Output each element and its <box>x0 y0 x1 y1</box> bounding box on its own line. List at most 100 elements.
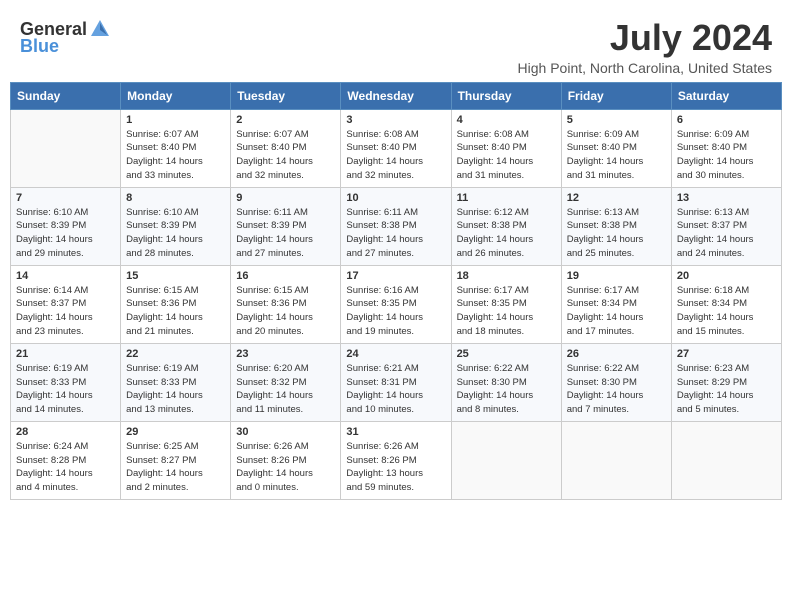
day-info: Sunrise: 6:26 AM Sunset: 8:26 PM Dayligh… <box>236 440 335 495</box>
calendar-table: SundayMondayTuesdayWednesdayThursdayFrid… <box>10 82 782 500</box>
day-info: Sunrise: 6:08 AM Sunset: 8:40 PM Dayligh… <box>457 128 556 183</box>
calendar-header-day: Thursday <box>451 82 561 109</box>
day-info: Sunrise: 6:21 AM Sunset: 8:31 PM Dayligh… <box>346 362 445 417</box>
calendar-day-cell: 16Sunrise: 6:15 AM Sunset: 8:36 PM Dayli… <box>231 265 341 343</box>
day-number: 9 <box>236 192 335 204</box>
calendar-week-row: 1 Sunrise: 6:07 AM Sunset: 8:40 PM Daylig… <box>11 109 782 187</box>
day-number: 26 <box>567 348 666 360</box>
calendar-week-row: 14Sunrise: 6:14 AM Sunset: 8:37 PM Dayli… <box>11 265 782 343</box>
calendar-day-cell: 11 Sunrise: 6:12 AM Sunset: 8:38 PM Dayli… <box>451 187 561 265</box>
calendar-day-cell: 25 Sunrise: 6:22 AM Sunset: 8:30 PM Dayli… <box>451 343 561 421</box>
day-info: Sunrise: 6:13 AM Sunset: 8:38 PM Dayligh… <box>567 206 666 261</box>
calendar-day-cell: 21 Sunrise: 6:19 AM Sunset: 8:33 PM Dayli… <box>11 343 121 421</box>
day-number: 30 <box>236 426 335 438</box>
calendar-day-cell: 18 Sunrise: 6:17 AM Sunset: 8:35 PM Dayli… <box>451 265 561 343</box>
page-subtitle: High Point, North Carolina, United State… <box>518 60 772 76</box>
calendar-week-row: 28Sunrise: 6:24 AM Sunset: 8:28 PM Dayli… <box>11 421 782 499</box>
day-info: Sunrise: 6:23 AM Sunset: 8:29 PM Dayligh… <box>677 362 776 417</box>
day-number: 15 <box>126 270 225 282</box>
day-info: Sunrise: 6:10 AM Sunset: 8:39 PM Dayligh… <box>16 206 115 261</box>
day-info: Sunrise: 6:14 AM Sunset: 8:37 PM Dayligh… <box>16 284 115 339</box>
day-number: 12 <box>567 192 666 204</box>
calendar-day-cell <box>451 421 561 499</box>
header: General Blue July 2024 High Point, North… <box>10 10 782 82</box>
calendar-day-cell: 4 Sunrise: 6:08 AM Sunset: 8:40 PM Daylig… <box>451 109 561 187</box>
day-info: Sunrise: 6:13 AM Sunset: 8:37 PM Dayligh… <box>677 206 776 261</box>
day-number: 28 <box>16 426 115 438</box>
calendar-day-cell: 28Sunrise: 6:24 AM Sunset: 8:28 PM Dayli… <box>11 421 121 499</box>
day-number: 4 <box>457 114 556 126</box>
day-info: Sunrise: 6:08 AM Sunset: 8:40 PM Dayligh… <box>346 128 445 183</box>
day-number: 21 <box>16 348 115 360</box>
day-info: Sunrise: 6:22 AM Sunset: 8:30 PM Dayligh… <box>457 362 556 417</box>
calendar-day-cell: 3 Sunrise: 6:08 AM Sunset: 8:40 PM Daylig… <box>341 109 451 187</box>
day-number: 25 <box>457 348 556 360</box>
calendar-day-cell: 29 Sunrise: 6:25 AM Sunset: 8:27 PM Dayli… <box>121 421 231 499</box>
calendar-header-day: Sunday <box>11 82 121 109</box>
day-number: 10 <box>346 192 445 204</box>
calendar-day-cell: 22 Sunrise: 6:19 AM Sunset: 8:33 PM Dayli… <box>121 343 231 421</box>
day-number: 11 <box>457 192 556 204</box>
calendar-day-cell: 14Sunrise: 6:14 AM Sunset: 8:37 PM Dayli… <box>11 265 121 343</box>
day-number: 17 <box>346 270 445 282</box>
calendar-day-cell: 26 Sunrise: 6:22 AM Sunset: 8:30 PM Dayli… <box>561 343 671 421</box>
day-info: Sunrise: 6:07 AM Sunset: 8:40 PM Dayligh… <box>126 128 225 183</box>
calendar-day-cell: 8Sunrise: 6:10 AM Sunset: 8:39 PM Daylig… <box>121 187 231 265</box>
day-number: 27 <box>677 348 776 360</box>
calendar-day-cell: 31Sunrise: 6:26 AM Sunset: 8:26 PM Dayli… <box>341 421 451 499</box>
calendar-day-cell: 15 Sunrise: 6:15 AM Sunset: 8:36 PM Dayli… <box>121 265 231 343</box>
calendar-header-row: SundayMondayTuesdayWednesdayThursdayFrid… <box>11 82 782 109</box>
day-info: Sunrise: 6:25 AM Sunset: 8:27 PM Dayligh… <box>126 440 225 495</box>
calendar-week-row: 21 Sunrise: 6:19 AM Sunset: 8:33 PM Dayli… <box>11 343 782 421</box>
calendar-week-row: 7 Sunrise: 6:10 AM Sunset: 8:39 PM Daylig… <box>11 187 782 265</box>
calendar-day-cell: 13 Sunrise: 6:13 AM Sunset: 8:37 PM Dayli… <box>671 187 781 265</box>
day-number: 13 <box>677 192 776 204</box>
day-info: Sunrise: 6:26 AM Sunset: 8:26 PM Dayligh… <box>346 440 445 495</box>
day-number: 22 <box>126 348 225 360</box>
calendar-day-cell: 5 Sunrise: 6:09 AM Sunset: 8:40 PM Daylig… <box>561 109 671 187</box>
day-info: Sunrise: 6:22 AM Sunset: 8:30 PM Dayligh… <box>567 362 666 417</box>
day-info: Sunrise: 6:11 AM Sunset: 8:39 PM Dayligh… <box>236 206 335 261</box>
day-number: 23 <box>236 348 335 360</box>
calendar-day-cell <box>671 421 781 499</box>
day-info: Sunrise: 6:12 AM Sunset: 8:38 PM Dayligh… <box>457 206 556 261</box>
day-number: 18 <box>457 270 556 282</box>
day-number: 1 <box>126 114 225 126</box>
calendar-header-day: Saturday <box>671 82 781 109</box>
calendar-day-cell: 17Sunrise: 6:16 AM Sunset: 8:35 PM Dayli… <box>341 265 451 343</box>
day-info: Sunrise: 6:09 AM Sunset: 8:40 PM Dayligh… <box>567 128 666 183</box>
calendar-day-cell: 19Sunrise: 6:17 AM Sunset: 8:34 PM Dayli… <box>561 265 671 343</box>
day-number: 16 <box>236 270 335 282</box>
calendar-day-cell: 24 Sunrise: 6:21 AM Sunset: 8:31 PM Dayli… <box>341 343 451 421</box>
calendar-day-cell: 7 Sunrise: 6:10 AM Sunset: 8:39 PM Daylig… <box>11 187 121 265</box>
calendar-day-cell: 1 Sunrise: 6:07 AM Sunset: 8:40 PM Daylig… <box>121 109 231 187</box>
day-number: 7 <box>16 192 115 204</box>
day-number: 24 <box>346 348 445 360</box>
calendar-day-cell: 20Sunrise: 6:18 AM Sunset: 8:34 PM Dayli… <box>671 265 781 343</box>
day-info: Sunrise: 6:11 AM Sunset: 8:38 PM Dayligh… <box>346 206 445 261</box>
day-info: Sunrise: 6:15 AM Sunset: 8:36 PM Dayligh… <box>126 284 225 339</box>
day-info: Sunrise: 6:19 AM Sunset: 8:33 PM Dayligh… <box>126 362 225 417</box>
calendar-day-cell: 27 Sunrise: 6:23 AM Sunset: 8:29 PM Dayli… <box>671 343 781 421</box>
title-area: July 2024 High Point, North Carolina, Un… <box>518 18 772 76</box>
day-info: Sunrise: 6:09 AM Sunset: 8:40 PM Dayligh… <box>677 128 776 183</box>
day-number: 6 <box>677 114 776 126</box>
day-number: 2 <box>236 114 335 126</box>
day-number: 3 <box>346 114 445 126</box>
day-info: Sunrise: 6:07 AM Sunset: 8:40 PM Dayligh… <box>236 128 335 183</box>
calendar-day-cell: 2 Sunrise: 6:07 AM Sunset: 8:40 PM Daylig… <box>231 109 341 187</box>
day-info: Sunrise: 6:19 AM Sunset: 8:33 PM Dayligh… <box>16 362 115 417</box>
calendar-day-cell: 9 Sunrise: 6:11 AM Sunset: 8:39 PM Daylig… <box>231 187 341 265</box>
day-number: 5 <box>567 114 666 126</box>
calendar-day-cell: 23 Sunrise: 6:20 AM Sunset: 8:32 PM Dayli… <box>231 343 341 421</box>
page-title: July 2024 <box>518 18 772 58</box>
calendar-day-cell: 30 Sunrise: 6:26 AM Sunset: 8:26 PM Dayli… <box>231 421 341 499</box>
calendar-day-cell <box>561 421 671 499</box>
day-info: Sunrise: 6:18 AM Sunset: 8:34 PM Dayligh… <box>677 284 776 339</box>
day-info: Sunrise: 6:20 AM Sunset: 8:32 PM Dayligh… <box>236 362 335 417</box>
calendar-header-day: Monday <box>121 82 231 109</box>
day-number: 29 <box>126 426 225 438</box>
day-info: Sunrise: 6:17 AM Sunset: 8:35 PM Dayligh… <box>457 284 556 339</box>
day-info: Sunrise: 6:17 AM Sunset: 8:34 PM Dayligh… <box>567 284 666 339</box>
calendar-day-cell: 12 Sunrise: 6:13 AM Sunset: 8:38 PM Dayli… <box>561 187 671 265</box>
